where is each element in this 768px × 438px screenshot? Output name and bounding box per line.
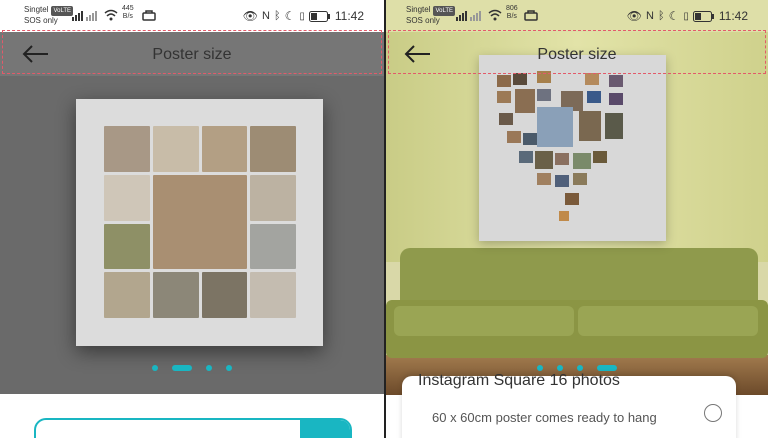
carousel-indicator bbox=[0, 365, 384, 371]
carousel-dot[interactable] bbox=[577, 365, 583, 371]
carousel-dot[interactable] bbox=[557, 365, 563, 371]
photo-tile bbox=[537, 89, 551, 101]
carousel-indicator bbox=[386, 365, 768, 371]
signal-icon bbox=[456, 11, 481, 21]
photo-tile bbox=[559, 211, 569, 221]
photo-tile bbox=[609, 75, 623, 87]
nfc-icon: N bbox=[262, 10, 270, 22]
photo-tile-large bbox=[537, 107, 573, 147]
selected-indicator bbox=[300, 420, 350, 438]
status-icons: 👁 N ᛒ ☾ ▯ 11:42 bbox=[627, 9, 748, 23]
clock: 11:42 bbox=[718, 9, 748, 23]
photo-tile bbox=[497, 75, 511, 87]
moon-icon: ☾ bbox=[668, 9, 680, 23]
photo-tile bbox=[201, 126, 248, 172]
option-title: Instagram Square 16 photos bbox=[418, 372, 620, 389]
signal-icon bbox=[72, 11, 97, 21]
status-bar: Singtel VoLTE SOS only 806 B/s 👁 N ᛒ ☾ ▯ 1… bbox=[386, 0, 768, 32]
photo-tile bbox=[573, 173, 587, 185]
photo-tile bbox=[609, 93, 623, 105]
sofa-cushion bbox=[578, 306, 758, 336]
highlight-box-right bbox=[388, 30, 766, 74]
photo-tile bbox=[152, 272, 199, 318]
photo-tile bbox=[537, 173, 551, 185]
carrier-name: Singtel bbox=[406, 5, 431, 14]
eye-icon: 👁 bbox=[626, 9, 643, 23]
carousel-dot-active[interactable] bbox=[172, 365, 192, 371]
poster-preview-heart bbox=[479, 55, 666, 241]
photo-tile bbox=[605, 113, 623, 139]
sos-text: SOS only bbox=[406, 16, 440, 25]
photo-tile bbox=[565, 193, 579, 205]
photo-tile bbox=[250, 126, 296, 172]
vibrate-icon: ▯ bbox=[683, 10, 689, 22]
photo-tile bbox=[152, 126, 199, 172]
bluetooth-icon: ᛒ bbox=[273, 10, 281, 22]
carousel-dot[interactable] bbox=[226, 365, 232, 371]
photo-tile bbox=[104, 223, 150, 270]
volte-badge: VoLTE bbox=[433, 6, 456, 16]
moon-icon: ☾ bbox=[284, 9, 296, 23]
highlight-box-left bbox=[2, 30, 382, 74]
photo-tile bbox=[104, 272, 150, 318]
photo-tile bbox=[555, 175, 569, 187]
photo-tile bbox=[507, 131, 521, 143]
photo-tile bbox=[497, 91, 511, 103]
carousel-dot[interactable] bbox=[206, 365, 212, 371]
photo-tile bbox=[573, 153, 591, 169]
sofa-cushion bbox=[394, 306, 574, 336]
photo-tile bbox=[555, 153, 569, 165]
clock: 11:42 bbox=[334, 9, 364, 23]
photo-tile-large bbox=[152, 174, 248, 270]
photo-tile bbox=[499, 113, 513, 125]
battery-icon bbox=[308, 10, 330, 22]
wifi-icon bbox=[104, 9, 118, 21]
status-icons: 👁 N ᛒ ☾ ▯ 11:42 bbox=[243, 9, 364, 23]
carrier-name: Singtel bbox=[24, 5, 49, 14]
photo-tile bbox=[104, 126, 150, 172]
volte-badge: VoLTE bbox=[51, 6, 74, 16]
option-description: 60 x 60cm poster comes ready to hang bbox=[432, 410, 657, 425]
carrier-info: Singtel VoLTE SOS only bbox=[406, 5, 456, 26]
size-option-card[interactable] bbox=[34, 418, 352, 438]
eye-icon: 👁 bbox=[242, 9, 259, 23]
sofa-back bbox=[400, 248, 758, 308]
photo-tile bbox=[104, 174, 150, 221]
photo-tile bbox=[201, 272, 248, 318]
wifi-icon bbox=[488, 9, 502, 21]
bluetooth-icon: ᛒ bbox=[657, 10, 665, 22]
vpn-icon bbox=[524, 10, 538, 21]
carousel-dot[interactable] bbox=[152, 365, 158, 371]
photo-tile bbox=[250, 223, 296, 270]
status-bar: Singtel VoLTE SOS only 445 B/s 👁 N ᛒ ☾ ▯ 1… bbox=[0, 0, 384, 32]
photo-tile bbox=[535, 151, 553, 169]
photo-tile bbox=[515, 89, 535, 113]
vpn-icon bbox=[142, 10, 156, 21]
vibrate-icon: ▯ bbox=[299, 10, 305, 22]
photo-tile bbox=[519, 151, 533, 163]
carousel-dot[interactable] bbox=[537, 365, 543, 371]
size-option-card[interactable]: Instagram Square 16 photos 60 x 60cm pos… bbox=[402, 372, 736, 438]
photo-tile bbox=[593, 151, 607, 163]
photo-grid bbox=[104, 126, 296, 318]
carrier-info: Singtel VoLTE SOS only bbox=[24, 5, 74, 26]
poster-preview bbox=[76, 99, 323, 346]
photo-tile bbox=[523, 133, 537, 145]
network-speed: 445 B/s bbox=[122, 5, 134, 20]
carousel-dot-active[interactable] bbox=[597, 365, 617, 371]
battery-icon bbox=[692, 10, 714, 22]
photo-tile bbox=[250, 174, 296, 221]
network-speed: 806 B/s bbox=[506, 5, 518, 20]
photo-tile bbox=[579, 111, 601, 141]
sos-text: SOS only bbox=[24, 16, 58, 25]
photo-tile bbox=[587, 91, 601, 103]
photo-tile bbox=[250, 272, 296, 318]
option-radio[interactable] bbox=[704, 404, 722, 422]
nfc-icon: N bbox=[646, 10, 654, 22]
